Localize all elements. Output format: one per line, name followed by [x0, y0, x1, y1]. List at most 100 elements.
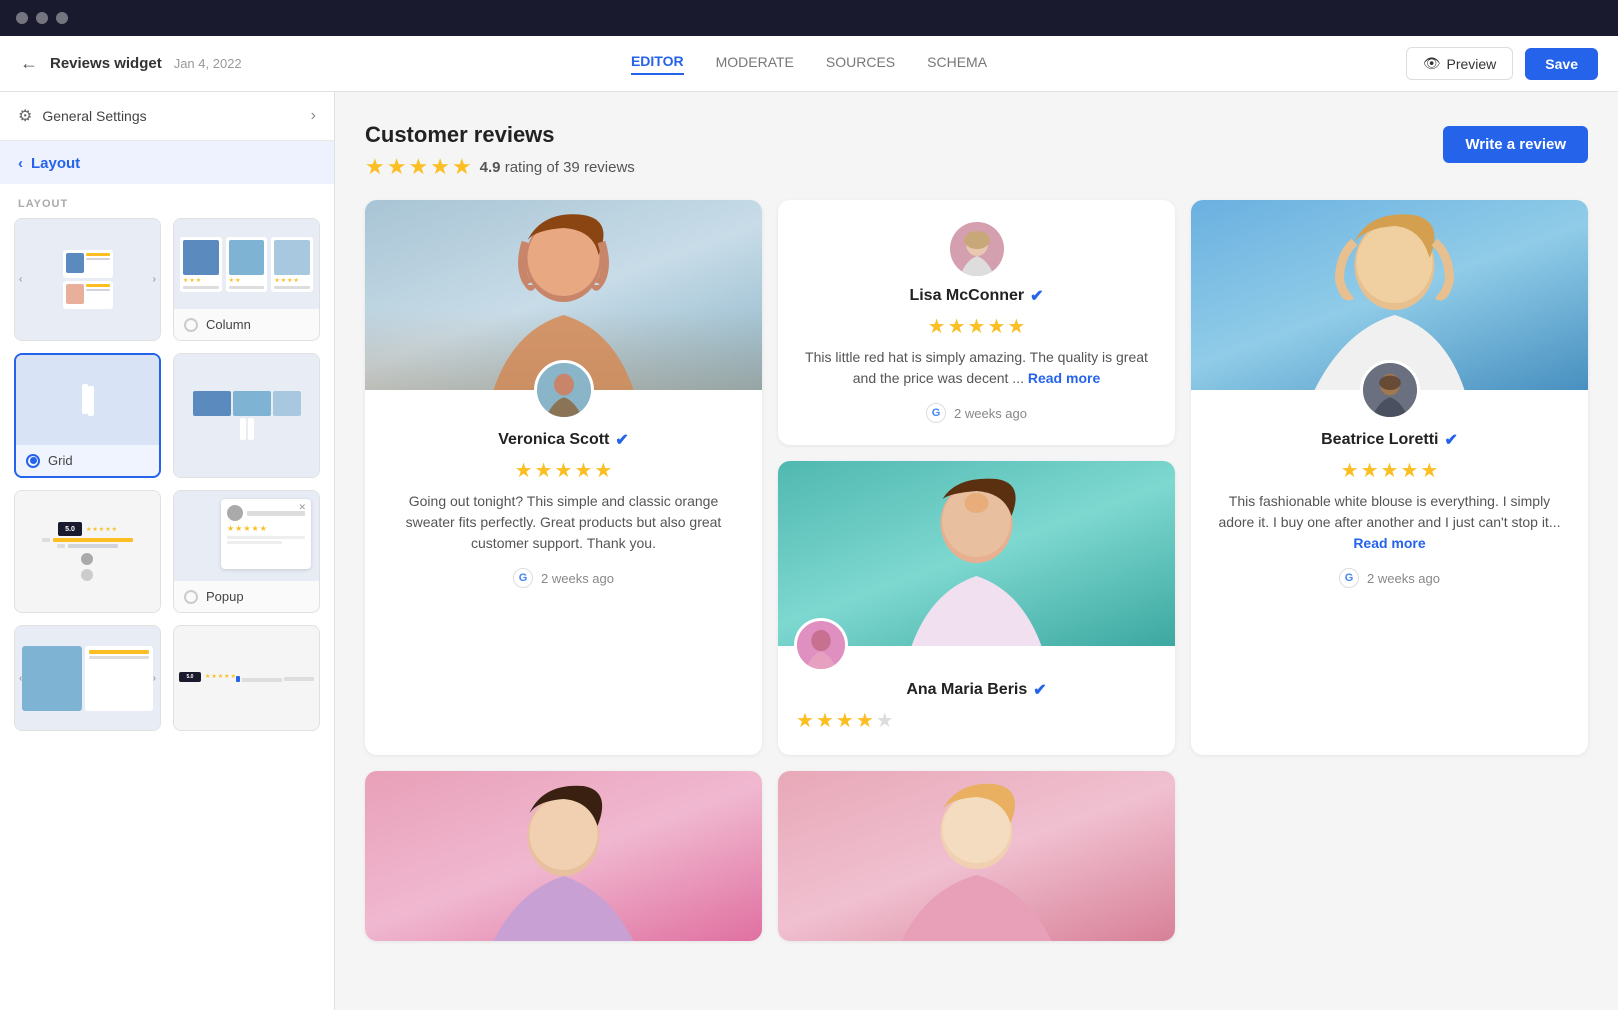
- layout-option-slider[interactable]: ‹ › Slider: [14, 625, 161, 731]
- ls1: ★: [928, 314, 946, 339]
- carousel-line-3: [86, 284, 110, 287]
- page-bar-2: [68, 544, 118, 548]
- bs3: ★: [1381, 458, 1399, 483]
- review-card-ana: Ana Maria Beris ✔ ★ ★ ★ ★ ★: [778, 461, 1175, 755]
- popup-stars: ★ ★ ★ ★ ★: [227, 524, 305, 533]
- chevron-right-icon: ›: [311, 107, 316, 125]
- reviews-grid: Veronica Scott ✔ ★ ★ ★ ★ ★ Going out ton…: [365, 200, 1588, 941]
- layout-option-carousel[interactable]: ‹: [14, 218, 161, 341]
- cs8: ★: [287, 277, 292, 284]
- beatrice-text: This fashionable white blouse is everyth…: [1209, 491, 1570, 554]
- grid-thumb: [16, 355, 159, 445]
- ps4: ★: [105, 526, 110, 533]
- general-settings-left: ⚙ General Settings: [18, 106, 147, 126]
- grid-row-1: [79, 384, 88, 414]
- as1: ★: [796, 708, 814, 733]
- ts1: ★: [205, 673, 210, 680]
- layout-option-popup[interactable]: ✕ ★ ★ ★ ★ ★: [173, 490, 320, 613]
- tab-moderate[interactable]: MODERATE: [716, 54, 794, 74]
- ts3: ★: [218, 673, 223, 680]
- cs1: ★: [183, 277, 188, 284]
- save-button[interactable]: Save: [1525, 48, 1598, 80]
- carousel-line-1: [86, 253, 110, 256]
- slider-cards-row: [22, 646, 152, 711]
- page-bar-row-1: [42, 538, 133, 542]
- carousel-card-2: [63, 281, 113, 309]
- table-line-2: [242, 678, 282, 682]
- beatrice-read-more[interactable]: Read more: [1353, 535, 1425, 551]
- lisa-text: This little red hat is simply amazing. T…: [796, 347, 1157, 389]
- table-thumb: 5.0 ★ ★ ★ ★ ★: [174, 626, 319, 730]
- grid-label: Grid: [48, 453, 73, 468]
- write-review-button[interactable]: Write a review: [1443, 126, 1588, 163]
- lisa-name: Lisa McConner ✔: [796, 286, 1157, 306]
- ts4: ★: [224, 673, 229, 680]
- grid-radio[interactable]: [26, 454, 40, 468]
- topnav: ← Reviews widget Jan 4, 2022 EDITOR MODE…: [0, 36, 1618, 92]
- popup-user-row: [227, 505, 305, 521]
- pink-person-svg: [365, 771, 762, 941]
- page-avatar: [81, 553, 93, 565]
- eye-icon: 👁: [1423, 55, 1441, 72]
- carousel-lines-1: [86, 253, 110, 275]
- tab-sources[interactable]: SOURCES: [826, 54, 895, 74]
- window-dot-2: [36, 12, 48, 24]
- review-card-pink: [365, 771, 762, 941]
- column-item-2: ★ ★: [226, 237, 268, 292]
- pps1: ★: [227, 524, 234, 533]
- carousel-card-1: [63, 250, 113, 278]
- ana-avatar: [794, 618, 848, 672]
- lisa-avatar-svg: [950, 222, 1004, 276]
- table-header-row: 5.0 ★ ★ ★ ★ ★: [179, 672, 236, 682]
- titlebar: [0, 0, 1618, 36]
- popup-label: Popup: [206, 589, 244, 604]
- page-review-row: [81, 553, 95, 565]
- vs2: ★: [535, 458, 553, 483]
- beatrice-stars: ★ ★ ★ ★ ★: [1209, 458, 1570, 483]
- beatrice-body-wrapper: Beatrice Loretti ✔ ★ ★ ★ ★ ★ This fashio…: [1191, 360, 1588, 604]
- page-thumb: 5.0 ★ ★ ★ ★ ★: [15, 491, 160, 612]
- back-button[interactable]: ←: [20, 53, 38, 74]
- topnav-tabs: EDITOR MODERATE SOURCES SCHEMA: [415, 53, 1204, 75]
- layout-option-new-slider[interactable]: New Slider: [173, 353, 320, 478]
- ps3: ★: [99, 526, 104, 533]
- page-bar-row-2: [57, 544, 118, 548]
- general-settings-section[interactable]: ⚙ General Settings ›: [0, 92, 334, 141]
- tab-schema[interactable]: SCHEMA: [927, 54, 987, 74]
- chevron-left-icon: ‹: [18, 155, 23, 172]
- layout-header[interactable]: ‹ Layout: [0, 141, 334, 184]
- column-thumb: ★ ★ ★ ★ ★: [174, 219, 319, 309]
- layout-section-label: LAYOUT: [0, 184, 334, 218]
- veronica-card-body: Veronica Scott ✔ ★ ★ ★ ★ ★ Going out ton…: [365, 430, 762, 604]
- reviews-rating-row: ★ ★ ★ ★ ★ 4.9 rating of 39 reviews: [365, 154, 635, 180]
- preview-button[interactable]: 👁 Preview: [1406, 47, 1514, 80]
- column-label-row: Column: [174, 309, 319, 340]
- layout-option-grid[interactable]: Grid: [14, 353, 161, 478]
- layout-option-column[interactable]: ★ ★ ★ ★ ★: [173, 218, 320, 341]
- column-radio[interactable]: [184, 318, 198, 332]
- new-slider-thumb: [174, 354, 319, 477]
- review-card-beatrice: Beatrice Loretti ✔ ★ ★ ★ ★ ★ This fashio…: [1191, 200, 1588, 755]
- lisa-read-more[interactable]: Read more: [1028, 370, 1100, 386]
- page-stars-area: ★ ★ ★ ★ ★: [86, 526, 117, 533]
- slider-card-1: [22, 646, 82, 711]
- popup-text-line-1: [227, 536, 305, 539]
- table-label-row: Table: [174, 730, 319, 731]
- popup-close-icon: ✕: [298, 502, 306, 513]
- middle-column: Lisa McConner ✔ ★ ★ ★ ★ ★ This little re…: [778, 200, 1175, 755]
- layout-option-table[interactable]: 5.0 ★ ★ ★ ★ ★: [173, 625, 320, 731]
- cs3: ★: [196, 277, 201, 284]
- layout-option-page[interactable]: 5.0 ★ ★ ★ ★ ★: [14, 490, 161, 613]
- as2: ★: [816, 708, 834, 733]
- popup-radio[interactable]: [184, 590, 198, 604]
- vs1: ★: [515, 458, 533, 483]
- cs5: ★: [235, 277, 240, 284]
- window-dot-1: [16, 12, 28, 24]
- layout-options-grid: ‹: [0, 218, 334, 745]
- vs5: ★: [594, 458, 612, 483]
- google-icon-veronica: G: [513, 568, 533, 588]
- pink2-person-svg: [778, 771, 1175, 941]
- column-img-1: [183, 240, 219, 275]
- veronica-avatar-svg: [537, 363, 591, 417]
- tab-editor[interactable]: EDITOR: [631, 53, 684, 75]
